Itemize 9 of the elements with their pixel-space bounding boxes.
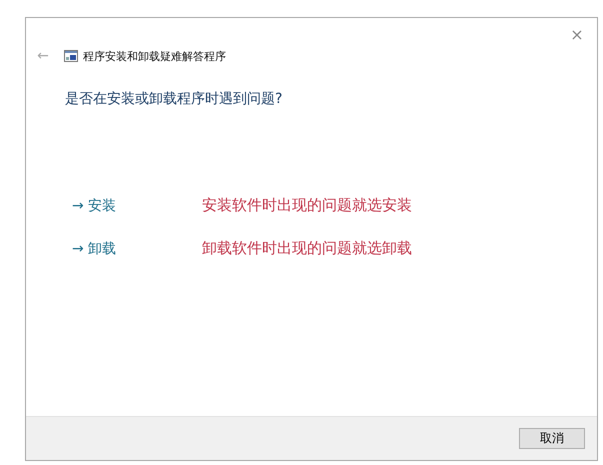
option-link[interactable]: → 安装 — [72, 196, 202, 214]
window-title: 程序安装和卸载疑难解答程序 — [83, 48, 226, 64]
option-link[interactable]: → 卸载 — [72, 240, 202, 258]
program-icon — [64, 50, 78, 62]
close-button[interactable]: × — [563, 23, 591, 47]
annotation-text: 卸载软件时出现的问题就选卸载 — [202, 239, 412, 258]
annotation-text: 安装软件时出现的问题就选安装 — [202, 196, 412, 215]
question-heading: 是否在安装或卸载程序时遇到问题? — [65, 90, 284, 108]
cancel-button[interactable]: 取消 — [519, 428, 585, 449]
